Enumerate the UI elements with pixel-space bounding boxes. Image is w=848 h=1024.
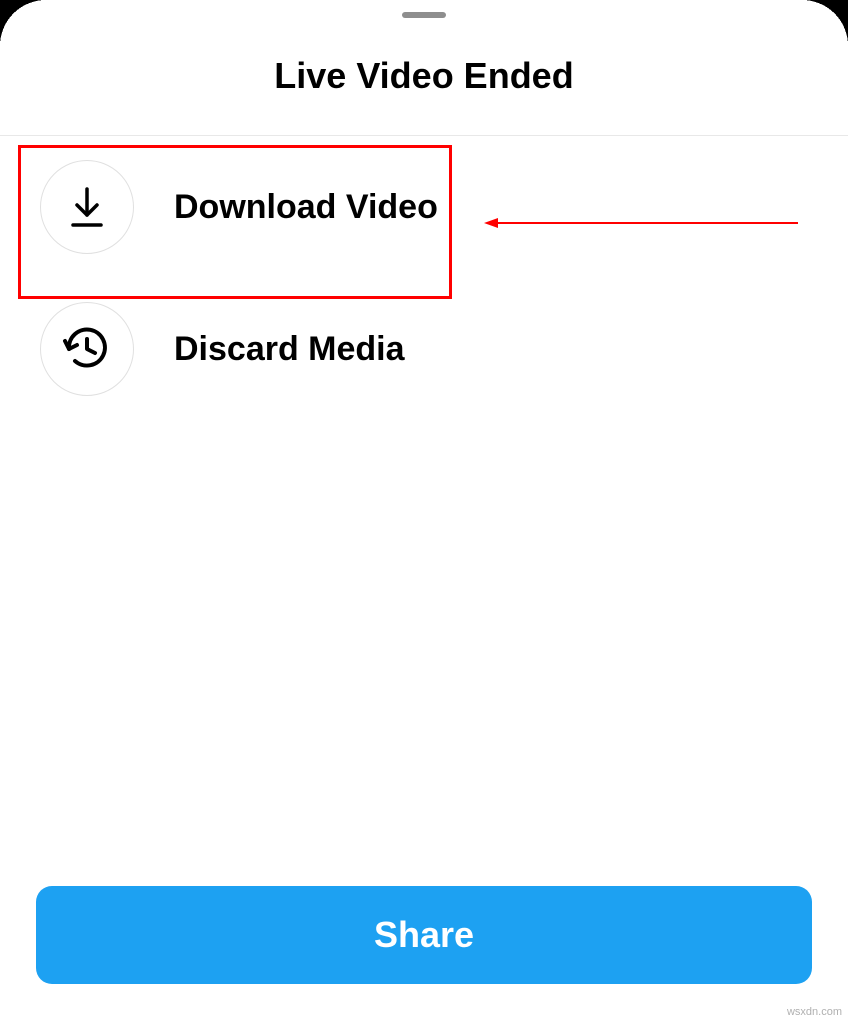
download-video-label: Download Video (174, 188, 438, 227)
share-button-label: Share (374, 914, 474, 956)
download-icon (40, 160, 134, 254)
frame-corner (802, 0, 848, 46)
share-button[interactable]: Share (36, 886, 812, 984)
discard-media-label: Discard Media (174, 330, 405, 369)
drag-handle[interactable] (402, 12, 446, 18)
modal-sheet: Live Video Ended Download Video Di (0, 0, 848, 1024)
history-icon (40, 302, 134, 396)
options-list: Download Video Discard Media (0, 136, 848, 420)
discard-media-option[interactable]: Discard Media (0, 278, 848, 420)
sheet-title: Live Video Ended (0, 55, 848, 97)
download-video-option[interactable]: Download Video (0, 136, 848, 278)
frame-corner (0, 0, 46, 46)
sheet-header: Live Video Ended (0, 0, 848, 136)
watermark: wsxdn.com (787, 1006, 842, 1018)
